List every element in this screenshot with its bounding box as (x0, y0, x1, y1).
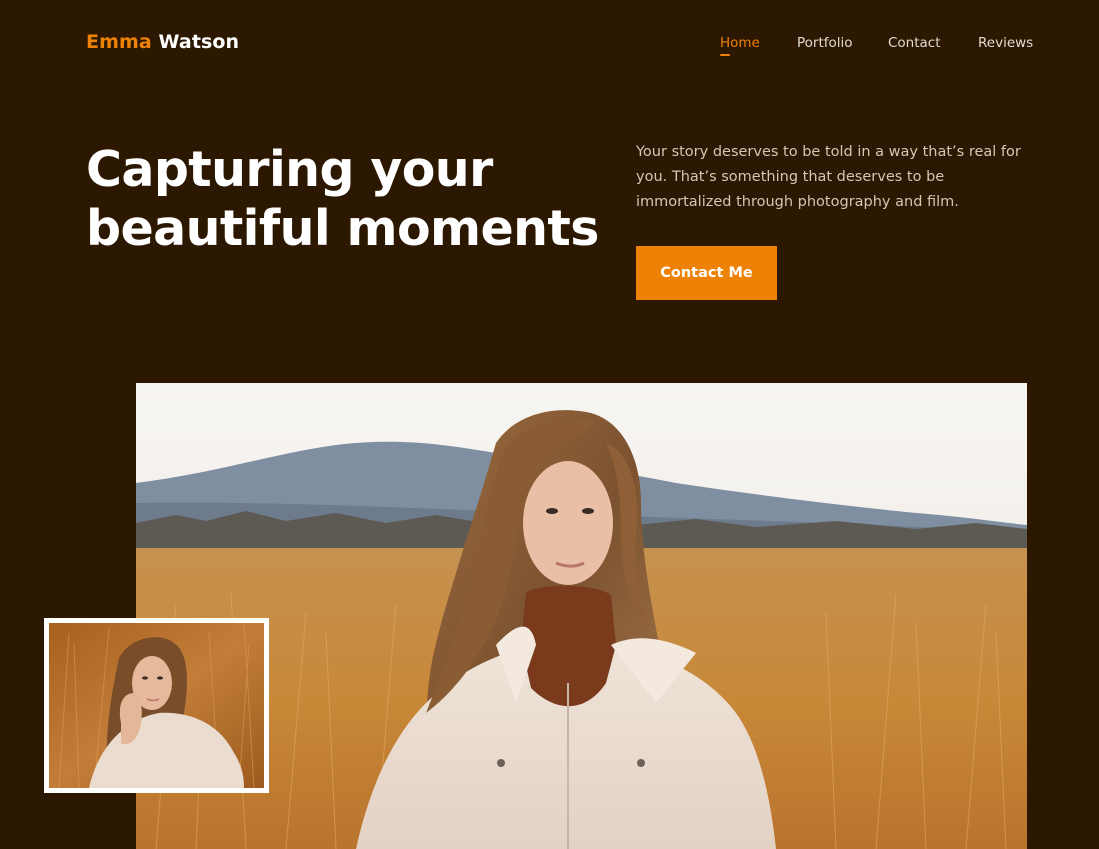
nav-item-portfolio[interactable]: Portfolio (797, 35, 853, 51)
thumbnail-photo (49, 623, 264, 788)
nav-active-indicator (720, 54, 730, 56)
thumbnail-photo-frame (44, 618, 269, 793)
nav-item-contact[interactable]: Contact (888, 35, 941, 51)
nav-item-reviews[interactable]: Reviews (978, 35, 1033, 51)
hero-title-line-2: beautiful moments (86, 200, 599, 257)
main-nav: Home Portfolio Contact Reviews (0, 35, 1099, 61)
hero-photo (136, 383, 1027, 849)
hero-description: Your story deserves to be told in a way … (636, 144, 1021, 210)
portrait-closeup-image (49, 623, 264, 788)
hero-title: Capturing your beautiful moments (86, 140, 606, 258)
contact-me-button[interactable]: Contact Me (636, 246, 777, 300)
nav-item-home[interactable]: Home (720, 35, 760, 51)
portrait-field-image (136, 383, 1027, 849)
hero-title-line-1: Capturing your (86, 141, 493, 198)
